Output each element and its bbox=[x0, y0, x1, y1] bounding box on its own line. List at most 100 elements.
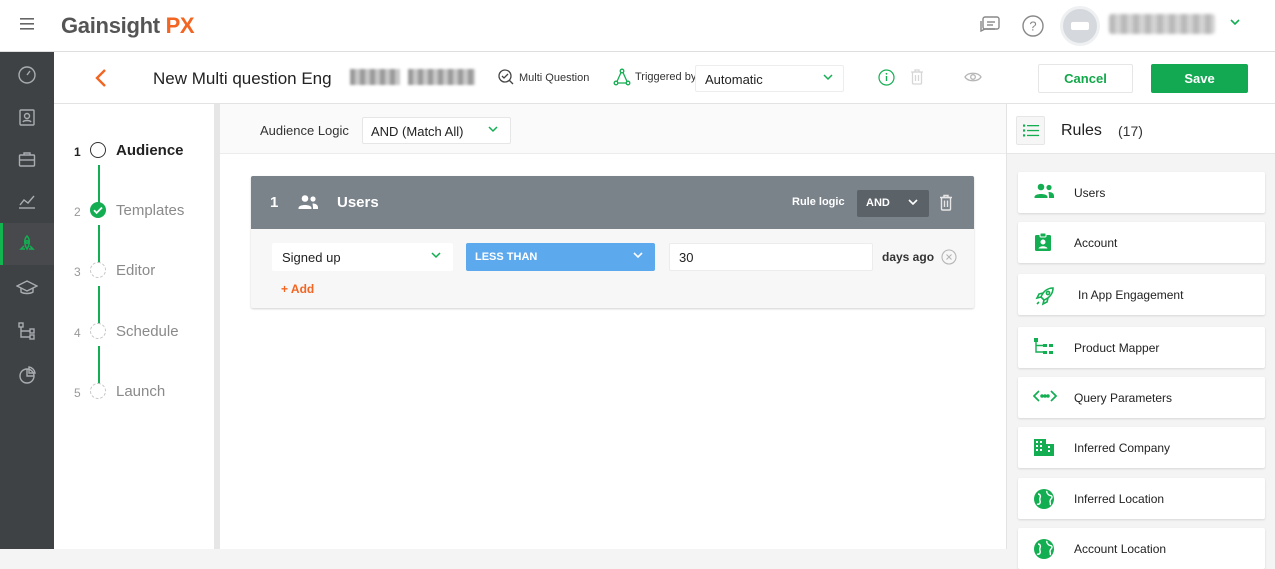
left-nav bbox=[0, 52, 54, 549]
trigger-select[interactable]: Automatic bbox=[695, 65, 844, 92]
condition-operator-value: LESS THAN bbox=[475, 251, 538, 263]
users-icon bbox=[1033, 182, 1055, 200]
rule-logic-label: Rule logic bbox=[792, 196, 845, 208]
engagement-type-label: Multi Question bbox=[519, 72, 590, 84]
rule-type-label: Users bbox=[1074, 186, 1106, 200]
rocket-icon bbox=[1033, 284, 1057, 308]
step-templates[interactable]: 2 Templates bbox=[54, 196, 214, 226]
rule-type-inferred-location[interactable]: Inferred Location bbox=[1018, 478, 1265, 519]
step-pending-circle-icon bbox=[90, 383, 106, 399]
step-number: 3 bbox=[74, 265, 81, 279]
chevron-down-icon bbox=[488, 126, 498, 133]
users-icon bbox=[297, 194, 319, 210]
nav-product-mapper[interactable] bbox=[0, 310, 54, 352]
info-icon[interactable] bbox=[878, 69, 895, 86]
nav-reports[interactable] bbox=[0, 354, 54, 396]
triggered-by-label: Triggered by bbox=[635, 71, 697, 83]
chat-feedback-icon[interactable] bbox=[978, 14, 1002, 38]
step-pending-circle-icon bbox=[90, 262, 106, 278]
chevron-down-icon bbox=[633, 252, 643, 259]
engagement-title[interactable]: New Multi question Eng bbox=[153, 69, 337, 89]
user-avatar[interactable] bbox=[1060, 6, 1100, 46]
step-check-icon bbox=[90, 202, 106, 218]
add-condition-link[interactable]: + Add bbox=[281, 282, 314, 296]
logo-accent: PX bbox=[165, 13, 195, 38]
rules-panel: Rules (17) Users Account In App Engageme… bbox=[1006, 104, 1275, 569]
graduation-cap-icon bbox=[16, 278, 38, 298]
step-number: 2 bbox=[74, 205, 81, 219]
remove-condition-icon[interactable] bbox=[941, 249, 957, 265]
delete-icon[interactable] bbox=[910, 69, 924, 85]
account-badge-icon bbox=[1033, 232, 1053, 252]
nav-engagements[interactable] bbox=[0, 223, 54, 265]
chevron-down-icon[interactable] bbox=[1229, 18, 1241, 26]
hamburger-menu-icon[interactable] bbox=[20, 17, 36, 31]
audience-logic-bar: Audience Logic AND (Match All) bbox=[220, 104, 1006, 154]
delete-rule-group-icon[interactable] bbox=[939, 194, 953, 211]
nav-products[interactable] bbox=[0, 138, 54, 180]
step-schedule[interactable]: 4 Schedule bbox=[54, 317, 214, 347]
step-label: Templates bbox=[116, 202, 185, 219]
briefcase-icon bbox=[17, 149, 37, 169]
rule-type-label: Account Location bbox=[1074, 542, 1167, 556]
step-launch[interactable]: 5 Launch bbox=[54, 377, 214, 407]
chevron-down-icon bbox=[908, 199, 918, 206]
rule-type-product-mapper[interactable]: Product Mapper bbox=[1018, 327, 1265, 368]
rule-type-in-app-engagement[interactable]: In App Engagement bbox=[1018, 274, 1265, 315]
rule-logic-value: AND bbox=[866, 197, 890, 209]
rule-type-label: Inferred Location bbox=[1074, 492, 1165, 506]
code-arrows-icon bbox=[1033, 387, 1057, 405]
top-bar: Gainsight PX ? bbox=[0, 0, 1275, 52]
hierarchy-icon bbox=[17, 321, 37, 341]
rule-type-label: In App Engagement bbox=[1078, 288, 1184, 302]
condition-field-select[interactable]: Signed up bbox=[272, 243, 453, 271]
wizard-stepper: 1 Audience 2 Templates 3 Editor 4 Schedu… bbox=[54, 104, 214, 549]
step-editor[interactable]: 3 Editor bbox=[54, 256, 214, 286]
line-chart-icon bbox=[17, 191, 37, 211]
rule-type-label: Inferred Company bbox=[1074, 441, 1171, 455]
rules-title: Rules bbox=[1061, 122, 1102, 139]
preview-eye-icon[interactable] bbox=[964, 71, 982, 83]
nav-dashboard[interactable] bbox=[0, 54, 54, 96]
clipboard-user-icon bbox=[17, 107, 37, 127]
gauge-icon bbox=[17, 65, 37, 85]
rule-type-account[interactable]: Account bbox=[1018, 222, 1265, 263]
audience-builder: Audience Logic AND (Match All) 1 Users R… bbox=[220, 104, 1006, 549]
save-button[interactable]: Save bbox=[1151, 64, 1248, 93]
rule-group-number: 1 bbox=[270, 194, 279, 211]
rule-type-users[interactable]: Users bbox=[1018, 172, 1265, 213]
help-icon[interactable]: ? bbox=[1021, 14, 1045, 38]
back-arrow-icon[interactable] bbox=[94, 68, 108, 88]
step-number: 1 bbox=[74, 145, 81, 159]
rule-logic-select[interactable]: AND bbox=[857, 190, 929, 217]
step-label: Schedule bbox=[116, 323, 179, 340]
rule-type-inferred-company[interactable]: Inferred Company bbox=[1018, 427, 1265, 468]
tree-icon bbox=[1033, 337, 1055, 357]
rule-type-label: Product Mapper bbox=[1074, 341, 1160, 355]
rules-count: (17) bbox=[1118, 123, 1143, 139]
rule-type-label: Query Parameters bbox=[1074, 391, 1173, 405]
step-pending-circle-icon bbox=[90, 323, 106, 339]
step-audience[interactable]: 1 Audience bbox=[54, 136, 214, 166]
condition-value-input[interactable] bbox=[669, 243, 873, 271]
globe-icon bbox=[1033, 538, 1055, 560]
step-current-circle-icon bbox=[90, 142, 106, 158]
user-name-redacted[interactable] bbox=[1109, 14, 1215, 34]
list-icon bbox=[1022, 124, 1039, 137]
cancel-button[interactable]: Cancel bbox=[1038, 64, 1133, 93]
nav-analytics[interactable] bbox=[0, 180, 54, 222]
chevron-down-icon bbox=[823, 74, 833, 81]
condition-operator-select[interactable]: LESS THAN bbox=[466, 243, 655, 271]
nav-knowledge-center[interactable] bbox=[0, 267, 54, 309]
gainsight-px-logo[interactable]: Gainsight PX bbox=[61, 13, 195, 39]
rule-type-query-parameters[interactable]: Query Parameters bbox=[1018, 377, 1265, 418]
condition-unit-label: days ago bbox=[882, 250, 935, 264]
rules-list-toggle[interactable] bbox=[1016, 116, 1045, 145]
building-icon bbox=[1033, 437, 1055, 457]
rule-group-title: Users bbox=[337, 194, 379, 211]
rule-group-card: 1 Users Rule logic AND Signed up LESS TH… bbox=[251, 176, 974, 308]
audience-logic-select[interactable]: AND (Match All) bbox=[362, 117, 511, 144]
rule-type-label: Account bbox=[1074, 236, 1118, 250]
nav-accounts[interactable] bbox=[0, 96, 54, 138]
rocket-icon bbox=[17, 234, 37, 254]
